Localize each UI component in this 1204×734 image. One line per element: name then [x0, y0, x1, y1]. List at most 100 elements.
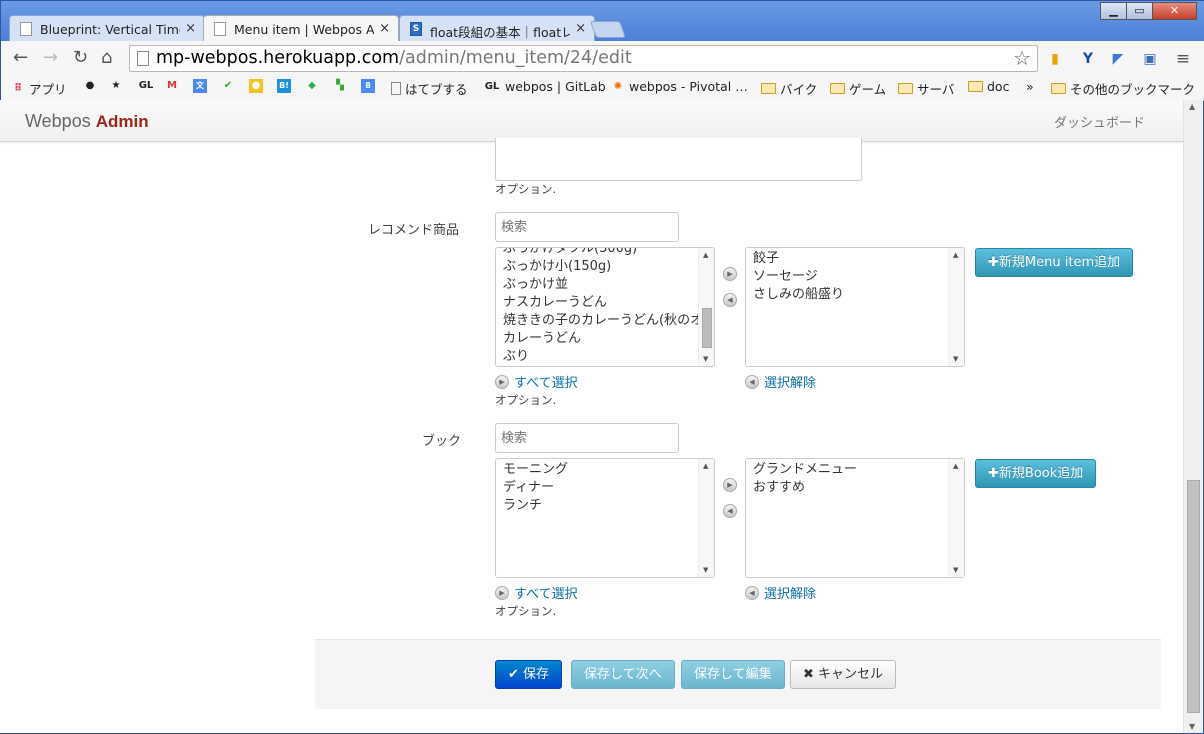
- list-scrollbar[interactable]: ▲ ▼: [698, 459, 714, 577]
- list-option[interactable]: さしみの船盛り: [753, 286, 964, 304]
- list-option[interactable]: ディナー: [503, 479, 714, 497]
- scroll-thumb[interactable]: [702, 308, 712, 348]
- select-all-icon: ▶: [495, 585, 509, 600]
- book-clear[interactable]: ◀ 選択解除: [745, 583, 816, 602]
- list-scrollbar[interactable]: ▲ ▼: [698, 248, 714, 366]
- extension-y-icon[interactable]: Y: [1079, 50, 1097, 68]
- bookmark-folder-game[interactable]: ゲーム: [830, 79, 886, 98]
- list-option[interactable]: ナスカレーうどん: [503, 294, 714, 312]
- dashboard-link[interactable]: ダッシュボード: [1054, 112, 1145, 131]
- bookmark-star-icon[interactable]: ☆: [1013, 46, 1031, 71]
- list-option[interactable]: ぶっかけダブル(300g): [503, 248, 714, 258]
- address-bar[interactable]: mp-webpos.herokuapp.com/admin/menu_item/…: [129, 45, 1038, 72]
- list-option[interactable]: モーニング: [503, 461, 714, 479]
- list-option[interactable]: ソーセージ: [753, 268, 964, 286]
- recommend-clear[interactable]: ◀ 選択解除: [745, 372, 816, 391]
- bookmark-hatebu[interactable]: はてブする: [391, 79, 468, 98]
- forward-arrow-icon[interactable]: →: [43, 48, 58, 68]
- reload-icon[interactable]: ↻: [73, 48, 88, 68]
- scroll-thumb[interactable]: [1187, 480, 1200, 713]
- save-and-next-button[interactable]: 保存して次へ: [571, 660, 675, 689]
- scroll-up-icon[interactable]: ▲: [703, 462, 708, 470]
- bookmark-star[interactable]: ★: [109, 79, 123, 93]
- maximize-icon[interactable]: ▭: [1126, 2, 1153, 20]
- scroll-up-icon[interactable]: ▲: [703, 251, 708, 259]
- scroll-down-icon[interactable]: ▼: [953, 355, 958, 363]
- bookmark-folder-server[interactable]: サーバ: [898, 79, 954, 98]
- extension-phone-icon[interactable]: ▮: [1046, 50, 1064, 68]
- book-search-input[interactable]: [495, 423, 679, 453]
- book-selected-list[interactable]: グランドメニュー おすすめ ▲ ▼: [745, 458, 965, 578]
- book-select-all[interactable]: ▶ すべて選択: [495, 583, 578, 602]
- move-left-icon[interactable]: ◀: [723, 293, 737, 307]
- save-and-edit-button[interactable]: 保存して編集: [681, 660, 785, 689]
- description-textarea[interactable]: [495, 138, 862, 181]
- recommend-available-list[interactable]: ぶっかけダブル(300g) ぶっかけ小(150g) ぶっかけ並 ナスカレーうどん…: [495, 247, 715, 367]
- tab-blueprint[interactable]: Blueprint: Vertical Time ×: [9, 15, 205, 41]
- list-scrollbar[interactable]: ▲ ▼: [948, 248, 964, 366]
- new-tab-button[interactable]: [589, 21, 627, 38]
- list-option[interactable]: おすすめ: [753, 479, 964, 497]
- book-available-list[interactable]: モーニング ディナー ランチ ▲ ▼: [495, 458, 715, 578]
- recommend-selected-list[interactable]: 餃子 ソーセージ さしみの船盛り ▲ ▼: [745, 247, 965, 367]
- scroll-down-icon[interactable]: ▼: [703, 355, 708, 363]
- close-icon[interactable]: ×: [575, 21, 586, 36]
- bookmark-calendar[interactable]: 8: [361, 79, 375, 93]
- list-option[interactable]: ぶっかけ並: [503, 276, 714, 294]
- bookmark-clock[interactable]: ●: [83, 79, 97, 93]
- back-arrow-icon[interactable]: ←: [13, 48, 28, 68]
- check-icon: ✔: [508, 667, 519, 682]
- bookmark-gitlab[interactable]: GL webpos | GitLab: [483, 79, 606, 94]
- bookmark-folder-bike[interactable]: バイク: [761, 79, 817, 98]
- bookmark-keep[interactable]: ●: [249, 79, 263, 93]
- bookmark-overflow[interactable]: »: [1026, 79, 1034, 94]
- cancel-button[interactable]: ✖ キャンセル: [790, 660, 897, 689]
- overflow-chevron-icon: »: [1026, 79, 1034, 94]
- recommend-select-all[interactable]: ▶ すべて選択: [495, 372, 578, 391]
- scroll-up-icon[interactable]: ▲: [953, 251, 958, 259]
- list-option[interactable]: 焼ききの子のカレーうどん(秋のオ: [503, 312, 714, 330]
- bookmark-translate[interactable]: 文: [193, 79, 207, 93]
- bookmark-folder-other[interactable]: その他のブックマーク: [1051, 79, 1195, 98]
- close-icon[interactable]: ×: [379, 21, 390, 36]
- scroll-up-icon[interactable]: ▲: [953, 462, 958, 470]
- move-left-icon[interactable]: ◀: [723, 504, 737, 518]
- list-scrollbar[interactable]: ▲ ▼: [948, 459, 964, 577]
- list-option[interactable]: グランドメニュー: [753, 461, 964, 479]
- move-right-icon[interactable]: ▶: [723, 267, 737, 281]
- bookmark-maps[interactable]: ▚: [333, 79, 347, 93]
- add-book-button[interactable]: ✚新規Book追加: [975, 459, 1097, 488]
- close-window-icon[interactable]: ✕: [1152, 2, 1197, 20]
- home-icon[interactable]: ⌂: [101, 48, 112, 68]
- extension-flag-icon[interactable]: ◤: [1109, 50, 1127, 68]
- bookmark-gmail[interactable]: M: [165, 79, 179, 93]
- list-option[interactable]: 餃子: [753, 250, 964, 268]
- bookmark-folder-doc[interactable]: doc: [968, 79, 1009, 94]
- list-option[interactable]: カレーうどん: [503, 330, 714, 348]
- brand[interactable]: Webpos Admin: [25, 111, 149, 132]
- list-option[interactable]: ランチ: [503, 497, 714, 515]
- scroll-down-icon[interactable]: ▼: [1189, 722, 1195, 731]
- bookmark-feedly[interactable]: ◆: [305, 79, 319, 93]
- page-scrollbar[interactable]: ▲ ▼: [1183, 100, 1203, 733]
- menu-icon[interactable]: ≡: [1174, 50, 1192, 68]
- scroll-down-icon[interactable]: ▼: [953, 566, 958, 574]
- bookmark-hatena[interactable]: B!: [277, 79, 291, 93]
- minimize-icon[interactable]: ▁: [1100, 2, 1127, 20]
- extension-screen-icon[interactable]: ▣: [1141, 50, 1159, 68]
- bookmark-apps[interactable]: ⠿ アプリ: [11, 79, 66, 98]
- scroll-down-icon[interactable]: ▼: [703, 566, 708, 574]
- bookmark-pivotal[interactable]: ✺ webpos - Pivotal …: [611, 79, 748, 94]
- list-option[interactable]: ぶっかけ小(150g): [503, 258, 714, 276]
- recommend-search-input[interactable]: [495, 212, 679, 242]
- bookmark-gl[interactable]: GL: [137, 79, 155, 93]
- save-button[interactable]: ✔ 保存: [495, 660, 563, 689]
- add-menu-item-button[interactable]: ✚新規Menu item追加: [975, 248, 1134, 277]
- tab-menu-item[interactable]: Menu item | Webpos Ac ×: [203, 15, 399, 42]
- bookmark-check[interactable]: ✔: [221, 79, 235, 93]
- move-right-icon[interactable]: ▶: [723, 478, 737, 492]
- scroll-up-icon[interactable]: ▲: [1189, 102, 1195, 111]
- close-icon[interactable]: ×: [185, 21, 196, 36]
- tab-float[interactable]: S float段組の基本｜floatレ ×: [399, 15, 595, 41]
- list-option[interactable]: ぶり: [503, 348, 714, 366]
